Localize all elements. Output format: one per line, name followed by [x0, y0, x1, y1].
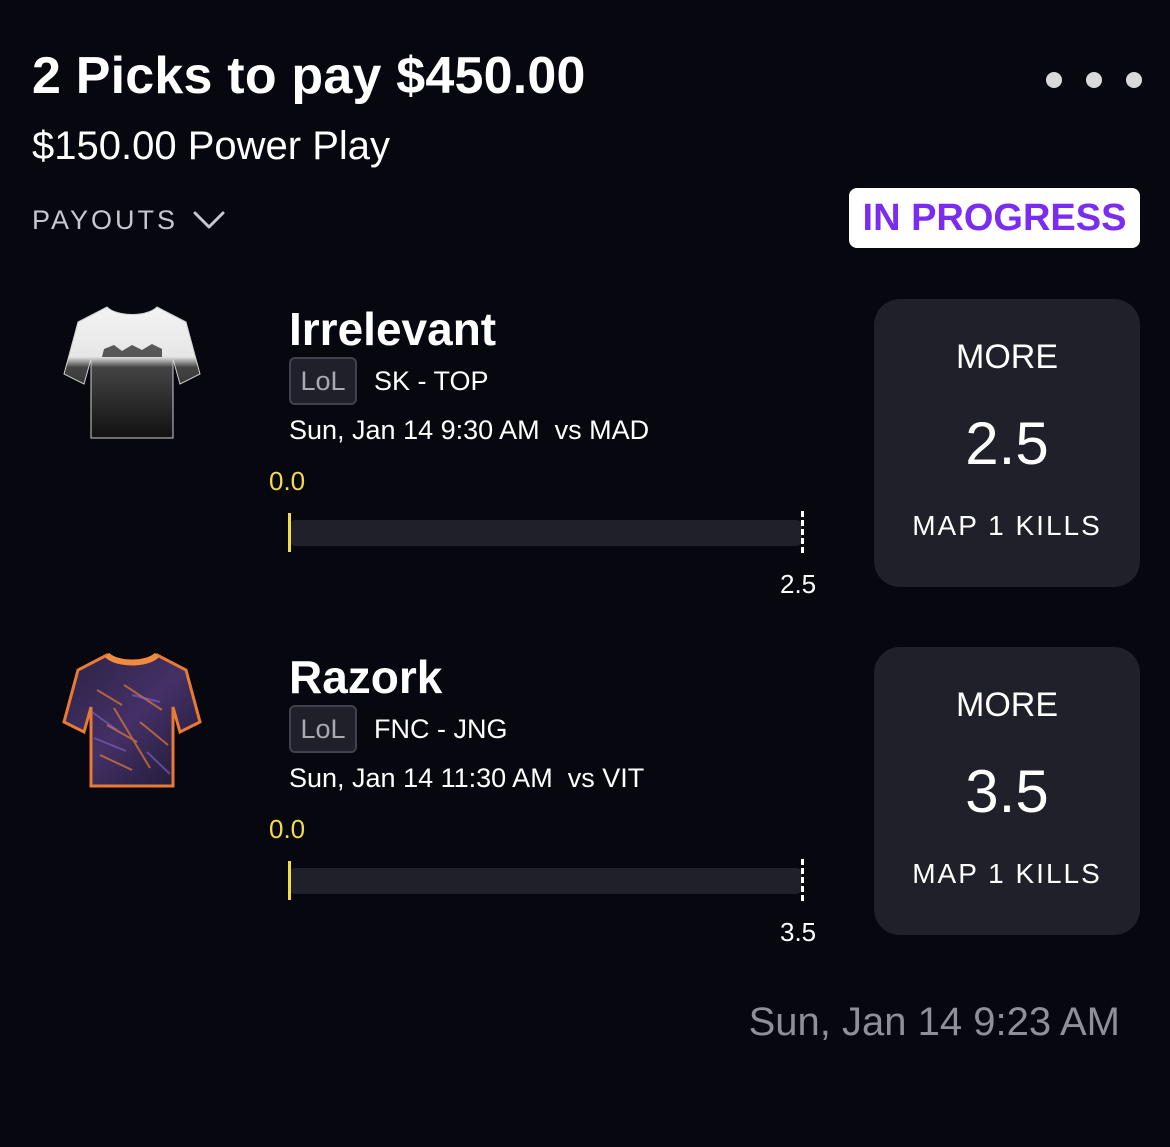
payouts-toggle[interactable]: PAYOUTS: [32, 200, 226, 240]
current-value: 0.0: [269, 814, 306, 844]
player-name: Irrelevant: [289, 303, 497, 355]
team-position: FNC - JNG: [374, 714, 508, 744]
entry-timestamp: Sun, Jan 14 9:23 AM: [748, 1000, 1120, 1044]
current-value: 0.0: [269, 466, 306, 496]
ellipsis-icon-dot: [1126, 72, 1142, 88]
target-marker: [801, 511, 804, 553]
more-options-button[interactable]: [1046, 66, 1142, 94]
purple-orange-jersey-icon: [62, 652, 202, 788]
player-name: Razork: [289, 651, 443, 703]
entry-subtitle: $150.00 Power Play: [32, 124, 391, 168]
league-badge: LoL: [289, 357, 357, 405]
payouts-label: PAYOUTS: [32, 205, 179, 235]
ellipsis-icon-dot: [1046, 72, 1062, 88]
game-info: Sun, Jan 14 9:30 AM vs MAD: [289, 415, 650, 445]
chevron-down-icon: [193, 211, 225, 229]
entry-title: 2 Picks to pay $450.00: [32, 47, 586, 105]
progress-marker: [288, 861, 291, 900]
white-black-jersey-icon: [63, 306, 201, 439]
projection-card[interactable]: MORE 2.5 MAP 1 KILLS: [874, 299, 1140, 587]
pick-choice: MORE: [956, 338, 1058, 376]
ellipsis-icon-dot: [1086, 72, 1102, 88]
league-badge: LoL: [289, 705, 357, 753]
pick-card: Irrelevant LoL SK - TOP Sun, Jan 14 9:30…: [0, 298, 1170, 618]
projection-line: 3.5: [965, 758, 1049, 825]
target-value: 3.5: [780, 917, 817, 947]
pick-choice: MORE: [956, 686, 1058, 724]
target-value: 2.5: [780, 569, 817, 599]
stat-type: MAP 1 KILLS: [912, 510, 1102, 541]
progress-marker: [288, 513, 291, 552]
team-position: SK - TOP: [374, 366, 489, 396]
projection-card[interactable]: MORE 3.5 MAP 1 KILLS: [874, 647, 1140, 935]
stat-type: MAP 1 KILLS: [912, 858, 1102, 889]
status-badge: IN PROGRESS: [849, 188, 1140, 248]
game-info: Sun, Jan 14 11:30 AM vs VIT: [289, 763, 645, 793]
progress-bar-track: [289, 868, 802, 894]
target-marker: [801, 859, 804, 901]
progress-bar-track: [289, 520, 802, 546]
projection-line: 2.5: [965, 410, 1049, 477]
pick-card: Razork LoL FNC - JNG Sun, Jan 14 11:30 A…: [0, 646, 1170, 966]
